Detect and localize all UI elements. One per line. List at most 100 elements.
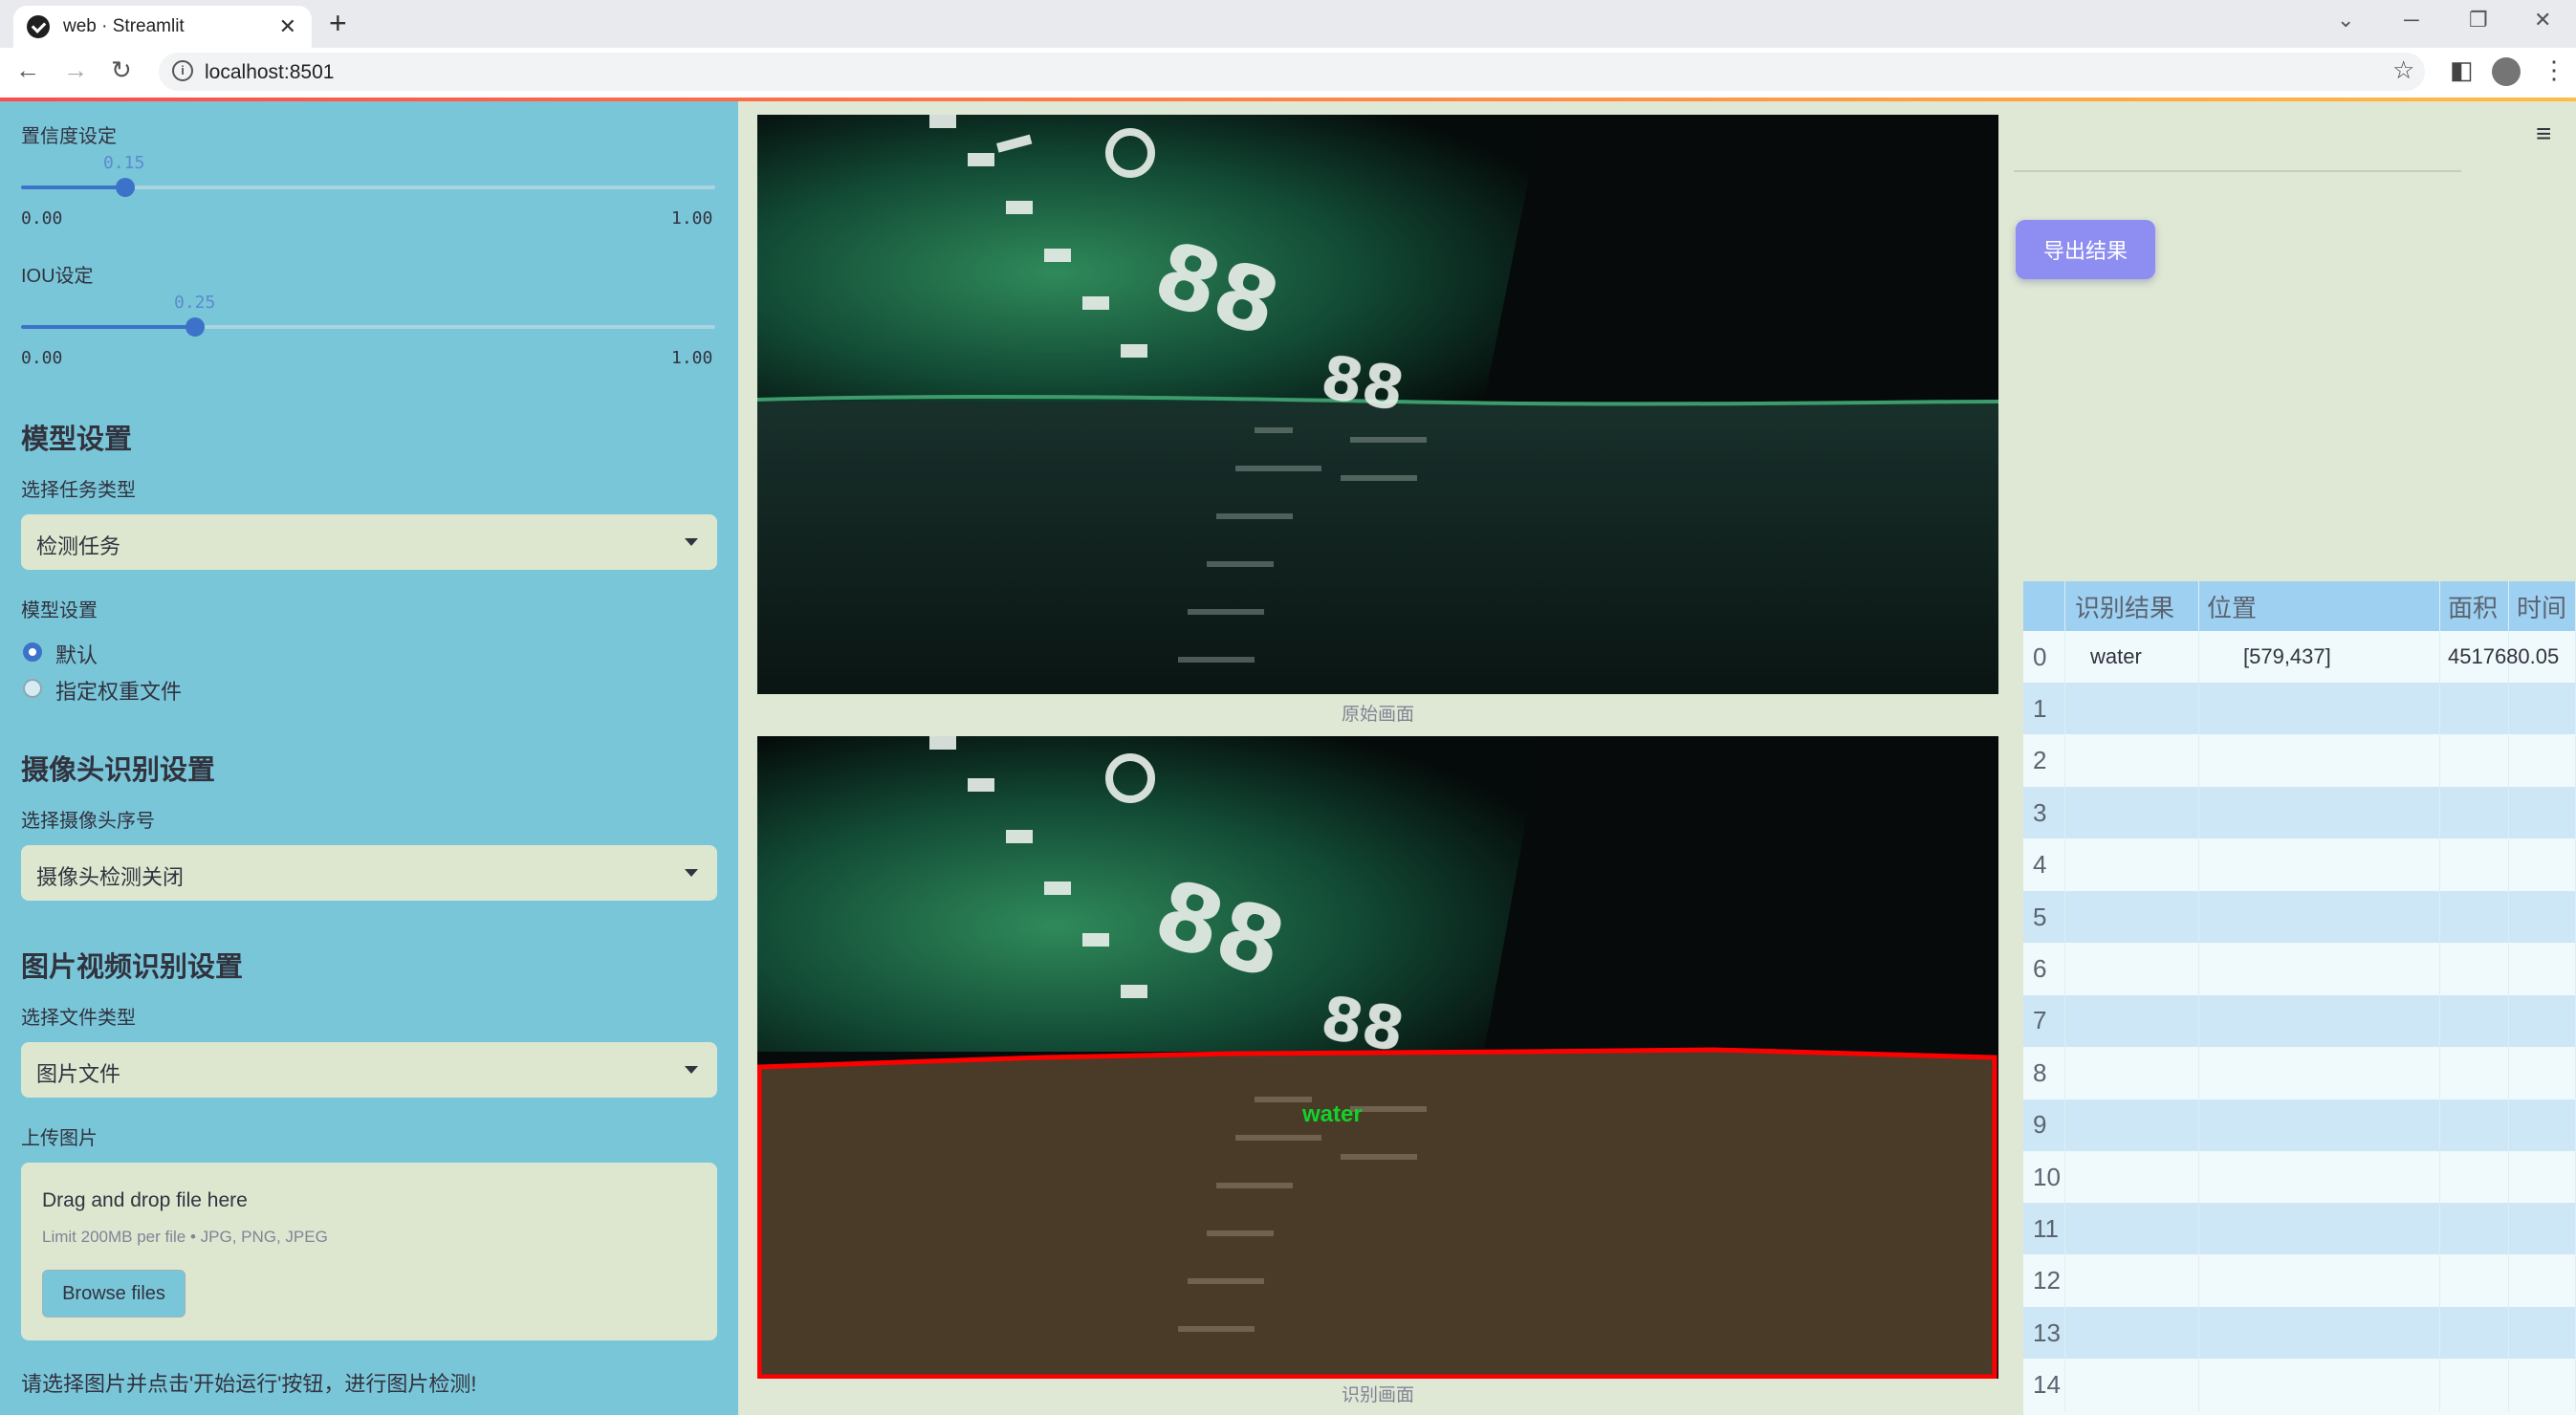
cell-area	[2440, 683, 2509, 735]
cell-area	[2440, 1151, 2509, 1203]
table-row[interactable]: 2	[2023, 734, 2576, 787]
cell-index: 2	[2023, 734, 2065, 787]
restore-icon[interactable]: ❐	[2469, 8, 2488, 33]
browse-files-button[interactable]: Browse files	[42, 1270, 186, 1317]
cell-position: [579,437]	[2199, 631, 2440, 683]
minimize-icon[interactable]: ─	[2404, 8, 2419, 33]
table-row[interactable]: 10	[2023, 1151, 2576, 1203]
table-row[interactable]: 8	[2023, 1047, 2576, 1099]
confidence-slider[interactable]	[21, 178, 715, 197]
cell-area	[2440, 1359, 2509, 1411]
svg-text:88: 88	[1316, 341, 1409, 424]
cell-result	[2065, 1359, 2199, 1411]
confidence-max: 1.00	[671, 208, 713, 229]
table-row[interactable]: 4	[2023, 838, 2576, 891]
table-row[interactable]: 7	[2023, 994, 2576, 1047]
reload-icon[interactable]: ↻	[111, 55, 132, 85]
divider	[2014, 170, 2461, 172]
browser-tab-strip: web · Streamlit ✕ + ⌄ ─ ❐ ✕	[0, 0, 2576, 48]
cell-position	[2199, 1099, 2440, 1151]
table-row[interactable]: 3	[2023, 787, 2576, 839]
cell-result	[2065, 891, 2199, 943]
table-row[interactable]: 14	[2023, 1359, 2576, 1411]
cell-area	[2440, 1047, 2509, 1099]
cell-result	[2065, 1203, 2199, 1255]
hamburger-menu-icon[interactable]: ≡	[2536, 119, 2551, 149]
detection-image: 88 88 water	[757, 736, 1998, 1379]
confidence-slider-thumb[interactable]	[115, 178, 135, 197]
confidence-min: 0.00	[21, 208, 63, 229]
site-info-icon[interactable]: i	[172, 60, 193, 81]
header-area[interactable]: 面积	[2440, 581, 2509, 631]
cell-area	[2440, 734, 2509, 787]
bookmark-star-icon[interactable]: ☆	[2392, 55, 2414, 85]
table-header: 识别结果 位置 面积 时间	[2023, 581, 2576, 631]
dropzone-limit: Limit 200MB per file • JPG, PNG, JPEG	[42, 1228, 328, 1246]
table-row[interactable]: 0 water [579,437] 4517680.05	[2023, 631, 2576, 683]
close-tab-icon[interactable]: ✕	[279, 14, 296, 39]
table-row[interactable]: 13	[2023, 1307, 2576, 1360]
header-result[interactable]: 识别结果	[2065, 581, 2199, 631]
radio-custom-weights-label[interactable]: 指定权重文件	[55, 675, 182, 706]
cell-time	[2509, 1099, 2576, 1151]
table-row[interactable]: 9	[2023, 1099, 2576, 1151]
profile-avatar-icon[interactable]	[2492, 57, 2521, 86]
model-section-title: 模型设置	[21, 424, 133, 455]
cell-index: 13	[2023, 1307, 2065, 1360]
cell-index: 6	[2023, 943, 2065, 995]
streamlit-favicon-icon	[27, 15, 50, 38]
export-results-button[interactable]: 导出结果	[2016, 220, 2155, 279]
cell-position	[2199, 683, 2440, 735]
radio-custom-weights[interactable]	[23, 679, 42, 698]
results-table[interactable]: 识别结果 位置 面积 时间 0 water [579,437] 4517680.05 1…	[2023, 581, 2576, 1415]
cell-result	[2065, 683, 2199, 735]
iou-slider[interactable]	[21, 317, 715, 337]
forward-icon[interactable]: →	[63, 55, 88, 85]
iou-max: 1.00	[671, 348, 713, 368]
table-row[interactable]: 6	[2023, 943, 2576, 995]
radio-default[interactable]	[23, 642, 42, 662]
iou-slider-thumb[interactable]	[185, 317, 205, 337]
cell-position	[2199, 943, 2440, 995]
upload-label: 上传图片	[21, 1128, 98, 1149]
cell-area	[2440, 891, 2509, 943]
close-window-icon[interactable]: ✕	[2534, 8, 2551, 33]
cell-time	[2509, 943, 2576, 995]
dropzone-title: Drag and drop file here	[42, 1189, 248, 1211]
header-position[interactable]: 位置	[2199, 581, 2440, 631]
media-section-title: 图片视频识别设置	[21, 952, 244, 983]
cell-time	[2509, 1254, 2576, 1307]
cell-position	[2199, 1203, 2440, 1255]
file-dropzone[interactable]: Drag and drop file here Limit 200MB per …	[21, 1163, 717, 1340]
task-type-select[interactable]: 检测任务	[21, 514, 717, 570]
browser-tab[interactable]: web · Streamlit ✕	[13, 6, 312, 48]
table-row[interactable]: 11	[2023, 1203, 2576, 1255]
original-caption: 原始画面	[1341, 705, 1414, 725]
chevron-down-icon	[685, 538, 698, 546]
cell-index: 10	[2023, 1151, 2065, 1203]
cell-area	[2440, 838, 2509, 891]
url-field[interactable]: i localhost:8501	[159, 53, 2425, 91]
table-row[interactable]: 1	[2023, 683, 2576, 735]
back-icon[interactable]: ←	[15, 55, 40, 85]
confidence-slider-fill	[21, 185, 125, 189]
cell-result	[2065, 734, 2199, 787]
camera-index-select[interactable]: 摄像头检测关闭	[21, 845, 717, 901]
cell-result	[2065, 1151, 2199, 1203]
radio-default-label[interactable]: 默认	[55, 639, 98, 669]
side-panel-icon[interactable]: ◧	[2450, 55, 2474, 85]
table-row[interactable]: 5	[2023, 891, 2576, 943]
cell-area	[2440, 1099, 2509, 1151]
new-tab-icon[interactable]: +	[329, 6, 347, 41]
table-row[interactable]: 12	[2023, 1254, 2576, 1307]
cell-time	[2509, 631, 2576, 683]
file-type-select[interactable]: 图片文件	[21, 1042, 717, 1098]
browser-menu-icon[interactable]: ⋮	[2542, 55, 2566, 85]
tab-search-icon[interactable]: ⌄	[2337, 8, 2354, 33]
cell-index: 9	[2023, 1099, 2065, 1151]
header-time[interactable]: 时间	[2509, 581, 2576, 631]
cell-index: 14	[2023, 1359, 2065, 1411]
url-text: localhost:8501	[205, 61, 335, 83]
cell-position	[2199, 1359, 2440, 1411]
cell-area	[2440, 1307, 2509, 1360]
